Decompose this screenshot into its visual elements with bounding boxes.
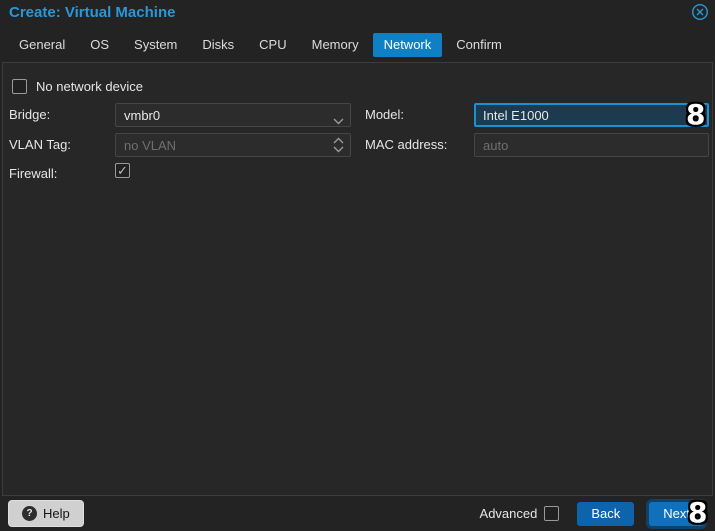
- model-input[interactable]: [474, 103, 709, 127]
- close-icon[interactable]: [691, 3, 709, 21]
- mac-address-label: MAC address:: [365, 137, 447, 153]
- vlan-tag-input[interactable]: [115, 133, 351, 157]
- vlan-tag-label: VLAN Tag:: [9, 137, 71, 153]
- mac-address-field[interactable]: [474, 133, 709, 157]
- tab-system[interactable]: System: [123, 33, 188, 57]
- vlan-tag-spinner[interactable]: [115, 133, 351, 157]
- firewall-checkbox[interactable]: ✓: [115, 163, 130, 178]
- back-button[interactable]: Back: [577, 502, 634, 526]
- advanced-label: Advanced: [480, 506, 538, 521]
- check-icon: ✓: [117, 164, 128, 177]
- tab-cpu[interactable]: CPU: [248, 33, 297, 57]
- tab-bar: General OS System Disks CPU Memory Netwo…: [8, 33, 516, 57]
- model-combobox[interactable]: [474, 103, 709, 127]
- advanced-checkbox[interactable]: [544, 506, 559, 521]
- no-network-device-label: No network device: [36, 79, 143, 95]
- create-vm-dialog: Create: Virtual Machine General OS Syste…: [0, 0, 715, 531]
- bridge-input[interactable]: [115, 103, 351, 127]
- tab-disks[interactable]: Disks: [191, 33, 245, 57]
- dialog-title: Create: Virtual Machine: [9, 4, 175, 21]
- tab-network[interactable]: Network: [373, 33, 443, 57]
- dialog-titlebar: Create: Virtual Machine: [0, 0, 715, 30]
- firewall-label: Firewall:: [9, 166, 57, 182]
- next-button[interactable]: Next: [649, 502, 704, 526]
- question-icon: ?: [22, 506, 37, 521]
- bridge-label: Bridge:: [9, 107, 50, 123]
- tab-confirm[interactable]: Confirm: [445, 33, 513, 57]
- help-button[interactable]: ? Help: [8, 500, 84, 527]
- mac-address-input[interactable]: [474, 133, 709, 157]
- model-label: Model:: [365, 107, 404, 123]
- network-form-panel: No network device Bridge: Model: VLAN Ta…: [2, 62, 713, 496]
- tab-general[interactable]: General: [8, 33, 76, 57]
- bridge-combobox[interactable]: [115, 103, 351, 127]
- tab-os[interactable]: OS: [79, 33, 120, 57]
- tab-memory[interactable]: Memory: [301, 33, 370, 57]
- help-button-label: Help: [43, 506, 70, 521]
- no-network-device-checkbox[interactable]: [12, 79, 27, 94]
- bottom-toolbar: ? Help Advanced Back Next: [0, 497, 715, 531]
